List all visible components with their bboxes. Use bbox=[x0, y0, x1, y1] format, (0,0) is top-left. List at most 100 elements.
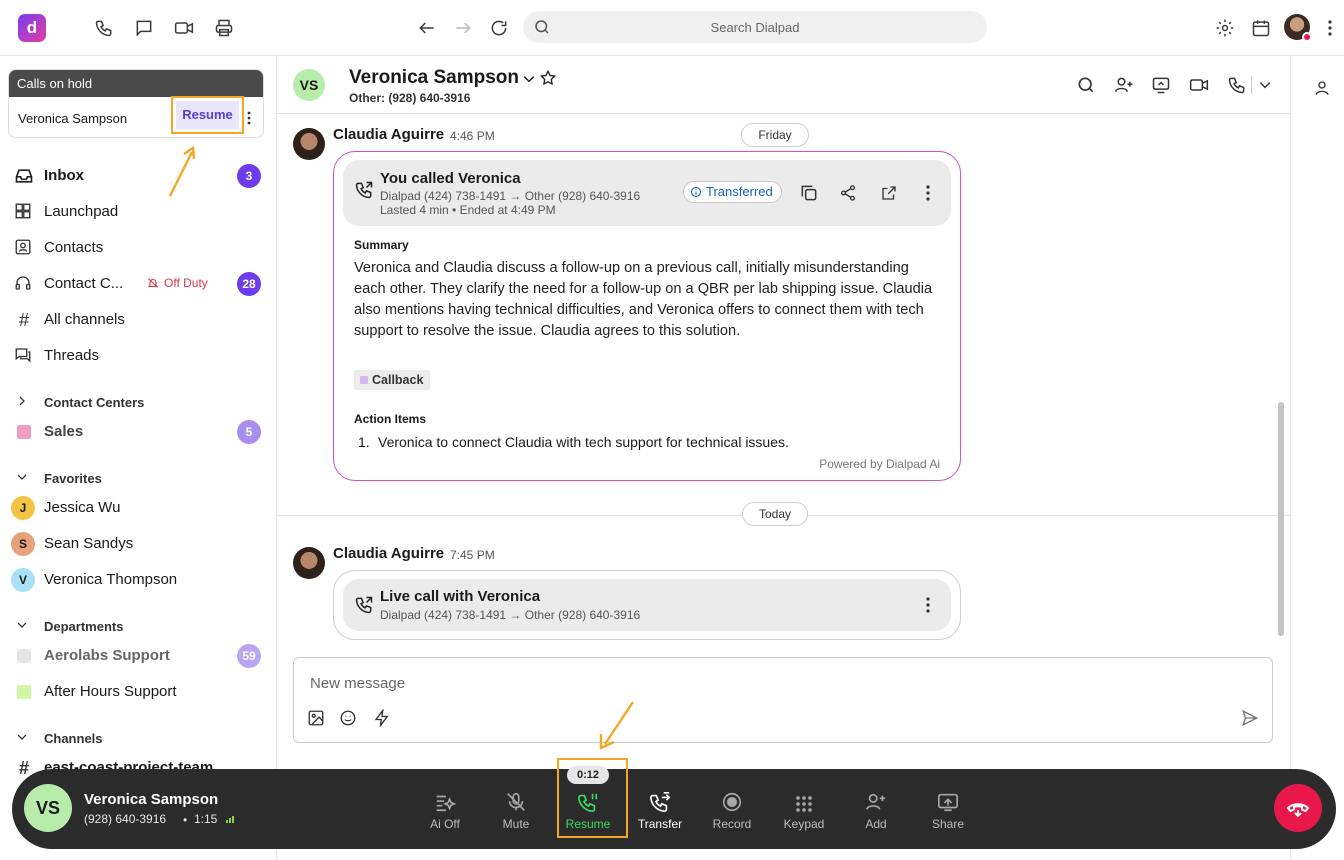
record-button[interactable]: Record bbox=[702, 787, 762, 835]
copy-icon[interactable] bbox=[797, 181, 821, 205]
hashtag-icon: # bbox=[18, 310, 29, 330]
contact-avatar: VS bbox=[293, 69, 325, 101]
contacts-label: Contacts bbox=[44, 239, 104, 256]
keypad-button[interactable]: Keypad bbox=[774, 787, 834, 835]
more-vertical-icon[interactable] bbox=[916, 593, 940, 617]
share-icon[interactable] bbox=[836, 181, 860, 205]
emoji-icon[interactable] bbox=[336, 706, 360, 730]
star-icon[interactable] bbox=[539, 69, 557, 87]
hang-up-icon bbox=[1286, 796, 1310, 820]
user-avatar[interactable] bbox=[1284, 14, 1312, 42]
held-call-resume-button[interactable]: Resume bbox=[171, 96, 244, 134]
avatar: V bbox=[11, 568, 35, 592]
chevron-down-icon[interactable] bbox=[522, 72, 536, 86]
held-call-more-icon[interactable] bbox=[247, 111, 251, 125]
share-label: Share bbox=[931, 817, 965, 831]
favorite-item[interactable]: S Sean Sandys bbox=[0, 528, 276, 560]
print-icon[interactable] bbox=[212, 16, 236, 40]
forward-icon[interactable] bbox=[451, 16, 475, 40]
screen-share-icon[interactable] bbox=[1149, 73, 1173, 97]
transfer-button[interactable]: Transfer bbox=[630, 787, 690, 835]
action-items-label: Action Items bbox=[354, 412, 427, 426]
contact-centers-title: Contact Centers bbox=[44, 395, 145, 410]
section-contact-centers[interactable]: Contact Centers bbox=[0, 391, 276, 413]
message-avatar bbox=[293, 547, 325, 579]
message-input[interactable]: New message bbox=[310, 675, 405, 692]
call-title[interactable]: You called Veronica bbox=[380, 170, 521, 187]
mute-button[interactable]: Mute bbox=[486, 787, 546, 835]
settings-icon[interactable] bbox=[1213, 16, 1237, 40]
phone-icon[interactable] bbox=[1225, 73, 1249, 97]
signal-icon bbox=[226, 814, 236, 823]
search-icon[interactable] bbox=[1074, 73, 1098, 97]
conversation-header: VS Veronica Sampson Other: (928) 640-391… bbox=[277, 56, 1290, 114]
summary-label: Summary bbox=[354, 238, 409, 252]
department-label: After Hours Support bbox=[44, 683, 177, 700]
call-outgoing-icon bbox=[354, 180, 374, 200]
caller-avatar: VS bbox=[24, 784, 72, 832]
off-duty-icon bbox=[147, 277, 159, 289]
favorite-item[interactable]: V Veronica Thompson bbox=[0, 564, 276, 596]
image-icon[interactable] bbox=[304, 706, 328, 730]
message-time: 4:46 PM bbox=[450, 129, 495, 143]
refresh-icon[interactable] bbox=[487, 16, 511, 40]
department-item[interactable]: After Hours Support bbox=[0, 676, 276, 708]
message-icon[interactable] bbox=[132, 16, 156, 40]
tag-swatch bbox=[360, 376, 368, 384]
department-item[interactable]: Aerolabs Support 59 bbox=[0, 640, 276, 672]
call-outgoing-icon bbox=[354, 595, 374, 615]
action-item-number: 1. bbox=[358, 434, 370, 450]
inbox-badge: 3 bbox=[237, 164, 261, 188]
section-departments[interactable]: Departments bbox=[0, 615, 276, 637]
sidebar-item-all-channels[interactable]: # All channels bbox=[0, 304, 276, 336]
held-call-name[interactable]: Veronica Sampson bbox=[18, 111, 127, 126]
more-vertical-icon[interactable] bbox=[1318, 16, 1342, 40]
add-person-icon[interactable] bbox=[1112, 73, 1136, 97]
inbox-icon bbox=[14, 166, 34, 186]
resume-label[interactable]: Resume bbox=[176, 101, 239, 129]
lightning-icon[interactable] bbox=[370, 706, 394, 730]
favorite-item[interactable]: J Jessica Wu bbox=[0, 492, 276, 524]
search-placeholder: Search Dialpad bbox=[710, 20, 800, 35]
ai-call-summary-card: You called Veronica Dialpad (424) 738-14… bbox=[333, 151, 961, 481]
resume-button[interactable]: Resume bbox=[558, 787, 618, 835]
call-header: You called Veronica Dialpad (424) 738-14… bbox=[343, 160, 951, 226]
share-button[interactable]: Share bbox=[918, 787, 978, 835]
phone-resume-icon bbox=[558, 787, 618, 813]
section-favorites[interactable]: Favorites bbox=[0, 467, 276, 489]
phone-icon[interactable] bbox=[92, 16, 116, 40]
live-call-card: Live call with Veronica Dialpad (424) 73… bbox=[333, 570, 961, 640]
sidebar-item-contacts[interactable]: Contacts bbox=[0, 232, 276, 264]
sidebar-item-sales[interactable]: Sales 5 bbox=[0, 416, 276, 448]
section-channels[interactable]: Channels bbox=[0, 727, 276, 749]
person-icon[interactable] bbox=[1310, 76, 1334, 100]
department-label: Aerolabs Support bbox=[44, 647, 170, 664]
sidebar-item-threads[interactable]: Threads bbox=[0, 340, 276, 372]
video-icon[interactable] bbox=[172, 16, 196, 40]
open-external-icon[interactable] bbox=[877, 181, 901, 205]
call-route: Dialpad (424) 738-1491 → Other (928) 640… bbox=[380, 608, 641, 622]
send-icon[interactable] bbox=[1238, 706, 1262, 730]
favorite-name: Veronica Thompson bbox=[44, 571, 178, 588]
dialpad-logo[interactable]: d bbox=[18, 14, 46, 42]
call-title[interactable]: Live call with Veronica bbox=[380, 588, 540, 605]
contact-name[interactable]: Veronica Sampson bbox=[349, 67, 519, 89]
launchpad-label: Launchpad bbox=[44, 203, 119, 220]
sidebar-item-contact-center[interactable]: Contact C... Off Duty 28 bbox=[0, 268, 276, 300]
search-bar[interactable]: Search Dialpad bbox=[523, 11, 987, 43]
more-vertical-icon[interactable] bbox=[916, 181, 940, 205]
chevron-down-icon[interactable] bbox=[1253, 73, 1277, 97]
sidebar-item-launchpad[interactable]: Launchpad bbox=[0, 196, 276, 228]
top-bar: d Search Dialpad bbox=[0, 0, 1344, 56]
info-icon bbox=[690, 186, 702, 198]
record-icon bbox=[702, 787, 762, 813]
scrollbar[interactable] bbox=[1278, 402, 1284, 636]
calendar-icon[interactable] bbox=[1249, 16, 1273, 40]
back-icon[interactable] bbox=[415, 16, 439, 40]
add-button[interactable]: Add bbox=[846, 787, 906, 835]
video-icon[interactable] bbox=[1187, 73, 1211, 97]
ai-off-button[interactable]: Ai Off bbox=[415, 787, 475, 835]
off-duty-status: Off Duty bbox=[164, 276, 208, 290]
sidebar-item-inbox[interactable]: Inbox 3 bbox=[0, 160, 276, 192]
hang-up-button[interactable] bbox=[1274, 784, 1322, 832]
